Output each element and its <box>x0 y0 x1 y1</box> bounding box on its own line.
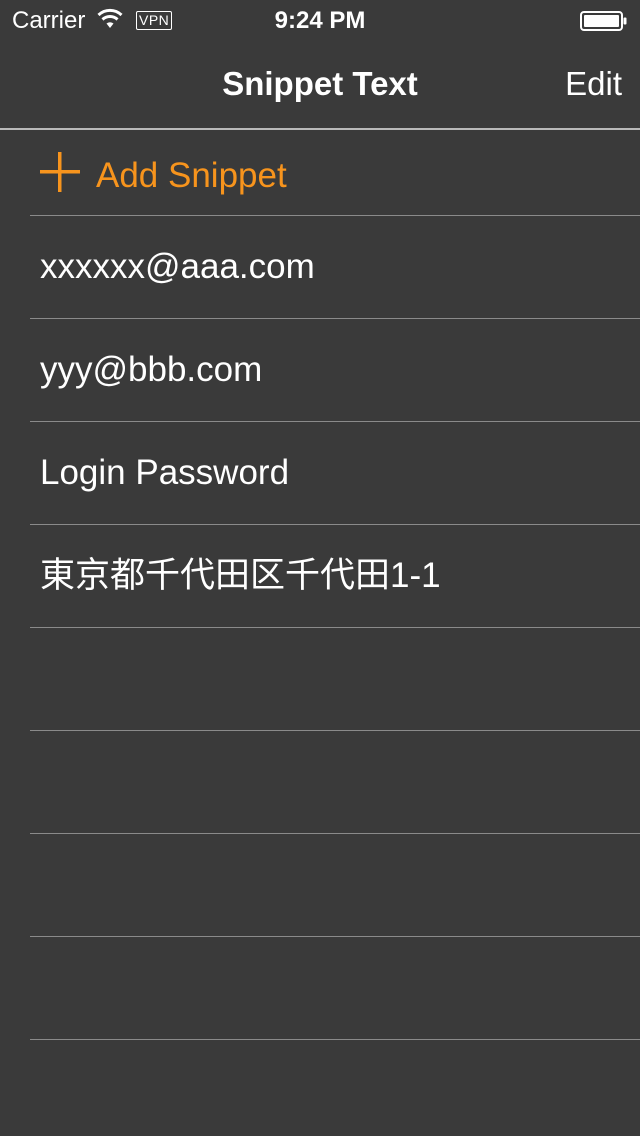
empty-list-item <box>30 628 640 731</box>
plus-icon <box>40 152 80 192</box>
battery-icon <box>580 11 628 31</box>
status-bar: Carrier VPN 9:24 PM <box>0 0 640 40</box>
list-item[interactable]: xxxxxx@aaa.com <box>30 216 640 319</box>
snippet-text: Login Password <box>40 453 290 492</box>
page-title: Snippet Text <box>222 65 418 102</box>
list-item[interactable]: 東京都千代田区千代田1-1 <box>30 525 640 628</box>
empty-list-item <box>30 834 640 937</box>
snippet-text: xxxxxx@aaa.com <box>40 247 315 286</box>
add-snippet-button[interactable]: Add Snippet <box>30 130 640 216</box>
snippet-text: 東京都千代田区千代田1-1 <box>40 556 441 595</box>
status-time: 9:24 PM <box>274 7 366 34</box>
snippet-list: Add Snippet xxxxxx@aaa.com yyy@bbb.com L… <box>0 130 640 1040</box>
add-snippet-label: Add Snippet <box>96 156 287 195</box>
list-item[interactable]: Login Password <box>30 422 640 525</box>
navigation-bar: Snippet Text Edit <box>0 40 640 130</box>
edit-button[interactable]: Edit <box>565 64 622 104</box>
list-item[interactable]: yyy@bbb.com <box>30 319 640 422</box>
snippet-text: yyy@bbb.com <box>40 350 263 389</box>
empty-list-item <box>30 731 640 834</box>
empty-list-item <box>30 937 640 1040</box>
